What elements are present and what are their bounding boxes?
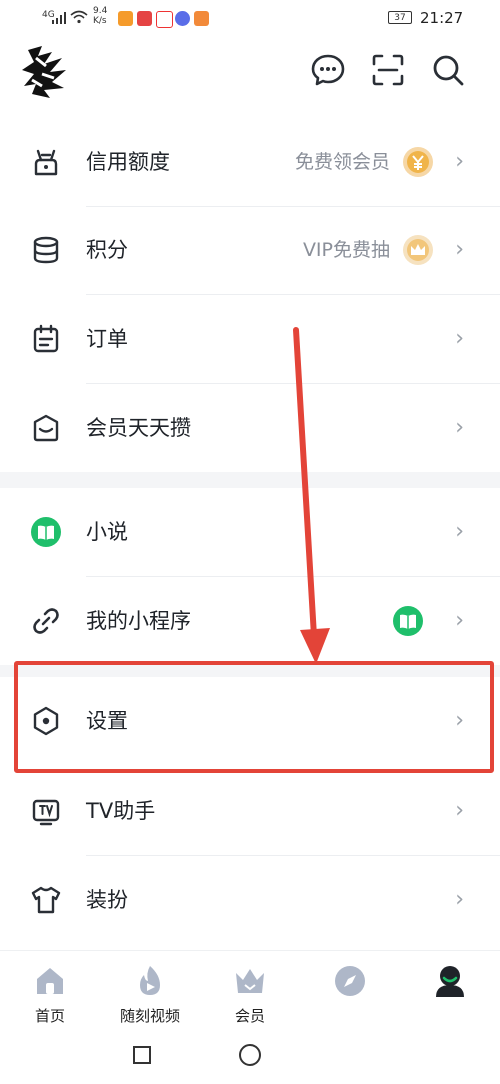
menu-label: 小说 bbox=[86, 520, 128, 544]
speed-value: 9.4 bbox=[93, 6, 108, 16]
status-bar: 4G 9.4 K/s 37 21:27 bbox=[0, 0, 500, 34]
battery-indicator: 37 bbox=[388, 11, 412, 24]
app-notification-icon bbox=[137, 11, 152, 26]
network-speed: 9.4 K/s bbox=[93, 6, 107, 26]
nav-me[interactable] bbox=[400, 951, 500, 1031]
menu-item-member-daily[interactable]: 会员天天攒 › bbox=[0, 384, 500, 472]
book-icon bbox=[31, 517, 61, 547]
search-icon[interactable] bbox=[430, 52, 466, 88]
nav-home[interactable]: 首页 bbox=[0, 951, 100, 1031]
menu-label: TV助手 bbox=[86, 799, 156, 823]
wifi-icon bbox=[70, 10, 88, 24]
menu-item-tv-helper[interactable]: TV助手 › bbox=[0, 767, 500, 855]
menu-item-novel[interactable]: 小说 › bbox=[0, 488, 500, 576]
signal-icon bbox=[52, 12, 66, 24]
menu-promo-text: VIP免费抽 bbox=[302, 239, 390, 261]
profile-icon bbox=[436, 966, 464, 997]
chevron-right-icon: › bbox=[455, 415, 464, 440]
user-avatar[interactable] bbox=[22, 44, 70, 100]
coins-stack-icon bbox=[33, 236, 59, 264]
message-icon[interactable] bbox=[310, 52, 346, 88]
chevron-right-icon: › bbox=[455, 887, 464, 912]
book-badge-icon bbox=[393, 606, 423, 636]
section-gap bbox=[0, 472, 500, 488]
home-button[interactable] bbox=[239, 1044, 261, 1066]
chevron-right-icon: › bbox=[455, 519, 464, 544]
crown-icon bbox=[236, 969, 264, 993]
nav-vip[interactable]: 会员 bbox=[200, 951, 300, 1031]
menu-item-points[interactable]: 积分 VIP免费抽 › bbox=[0, 206, 500, 294]
menu-label: 我的小程序 bbox=[86, 609, 191, 633]
menu-label: 信用额度 bbox=[86, 150, 170, 174]
scan-icon[interactable] bbox=[370, 52, 406, 88]
system-nav-bar bbox=[0, 1030, 500, 1084]
menu-label: 装扮 bbox=[86, 888, 128, 912]
app-notification-icon bbox=[175, 11, 190, 26]
crown-coin-icon bbox=[403, 235, 433, 265]
flame-icon bbox=[140, 966, 160, 995]
order-icon bbox=[33, 324, 59, 353]
menu-item-orders[interactable]: 订单 › bbox=[0, 295, 500, 383]
chevron-right-icon: › bbox=[455, 326, 464, 351]
menu-label: 订单 bbox=[86, 327, 128, 351]
chevron-right-icon: › bbox=[455, 798, 464, 823]
chevron-right-icon: › bbox=[455, 149, 464, 174]
app-notification-icon bbox=[194, 11, 209, 26]
yen-coin-icon bbox=[403, 147, 433, 177]
clock: 21:27 bbox=[420, 9, 464, 27]
tshirt-icon bbox=[31, 886, 61, 914]
menu-item-credit[interactable]: 信用额度 免费领会员 › bbox=[0, 118, 500, 206]
nav-video[interactable]: 随刻视频 bbox=[100, 951, 200, 1031]
menu-label: 会员天天攒 bbox=[86, 416, 191, 440]
nav-label: 会员 bbox=[234, 1007, 265, 1025]
link-icon bbox=[33, 608, 59, 634]
bottom-nav: 首页 随刻视频 会员 bbox=[0, 950, 500, 1031]
compass-icon bbox=[335, 966, 365, 996]
nav-label: 首页 bbox=[34, 1007, 65, 1025]
credit-icon bbox=[34, 149, 58, 176]
menu-item-mini-programs[interactable]: 我的小程序 › bbox=[0, 577, 500, 665]
chevron-right-icon: › bbox=[455, 608, 464, 633]
menu-promo-text: 免费领会员 bbox=[294, 151, 390, 173]
home-icon bbox=[37, 968, 63, 994]
app-notification-icon bbox=[156, 11, 173, 28]
chevron-right-icon: › bbox=[455, 237, 464, 262]
recents-button[interactable] bbox=[133, 1046, 151, 1064]
nav-discover[interactable] bbox=[300, 951, 400, 1031]
nav-label: 随刻视频 bbox=[119, 1007, 180, 1025]
envelope-icon bbox=[33, 414, 59, 442]
highlight-box bbox=[14, 661, 494, 773]
menu-label: 积分 bbox=[86, 238, 128, 262]
tv-icon bbox=[32, 799, 60, 826]
menu-item-dress-up[interactable]: 装扮 › bbox=[0, 856, 500, 944]
speed-unit: K/s bbox=[93, 16, 107, 26]
app-notification-icon bbox=[118, 11, 133, 26]
